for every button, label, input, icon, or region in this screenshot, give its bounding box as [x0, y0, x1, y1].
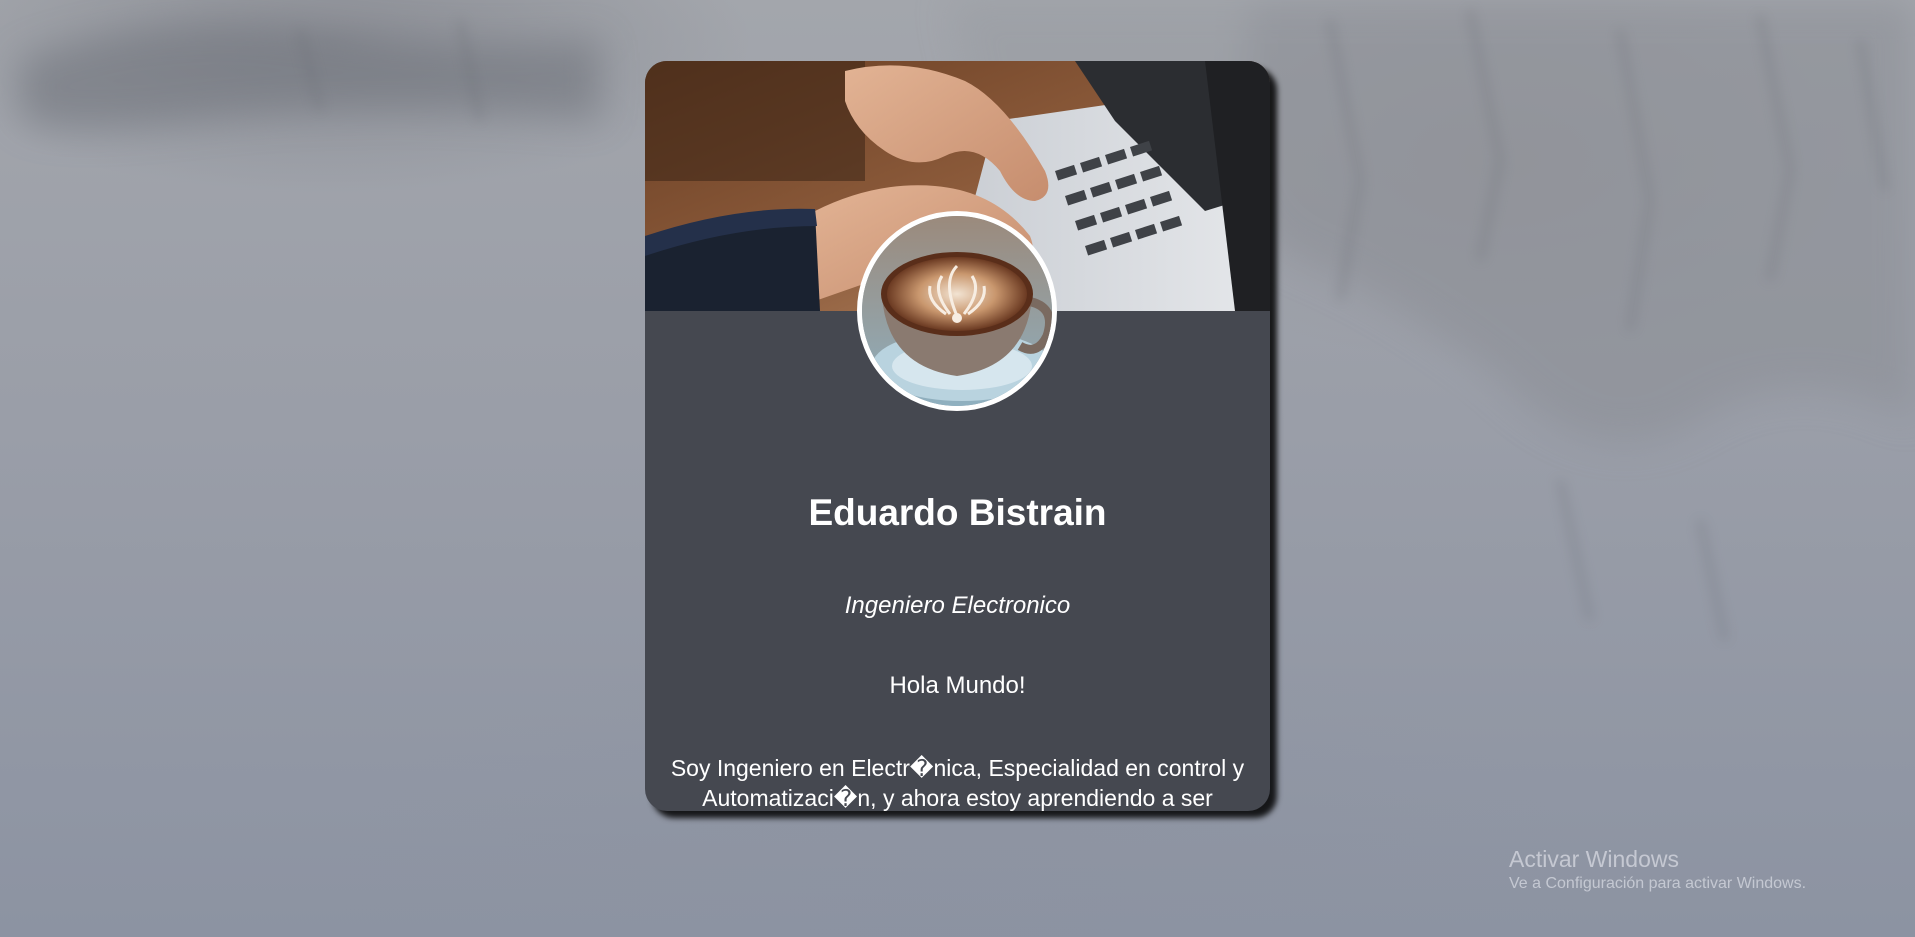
- profile-role: Ingeniero Electronico: [844, 592, 1071, 619]
- avatar: [857, 211, 1057, 411]
- watermark-subtitle: Ve a Configuración para activar Windows.: [1509, 875, 1807, 892]
- profile-greeting: Hola Mundo!: [889, 672, 1026, 699]
- watermark-title: Activar Windows: [1509, 846, 1679, 872]
- windows-activation-watermark: Activar Windows Ve a Configuración para …: [1509, 845, 1806, 895]
- profile-name: Eduardo Bistrain: [808, 492, 1107, 533]
- profile-card: Eduardo Bistrain Ingeniero Electronico H…: [645, 61, 1270, 811]
- profile-bio: Soy Ingeniero en Electr�nica, Especialid…: [670, 755, 1245, 811]
- latte-coffee-cup-photo: [862, 216, 1052, 406]
